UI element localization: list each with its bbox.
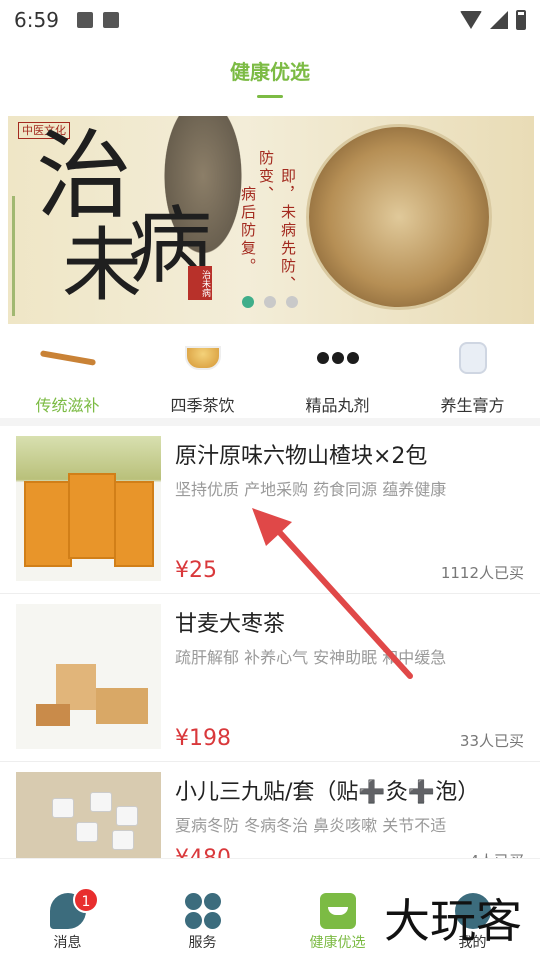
product-sold-count: 1112人已买 (440, 564, 524, 582)
app-notification-icon (102, 12, 119, 28)
product-subtitle: 坚持优质 产地采购 药食同源 蕴养健康 (175, 480, 447, 499)
signal-icon (490, 11, 508, 29)
product-subtitle: 夏病冬防 冬病冬治 鼻炎咳嗽 关节不适 (175, 816, 447, 835)
section-divider (0, 418, 540, 426)
product-subtitle: 疏肝解郁 补养心气 安神助眠 和中缓急 (175, 648, 447, 667)
gallery-icon (76, 12, 93, 28)
status-right (460, 10, 526, 30)
wifi-icon (460, 11, 482, 29)
carousel-dot[interactable] (242, 296, 254, 308)
shop-icon (319, 893, 356, 929)
banner-calligraphy-3: 未 (62, 219, 142, 312)
product-price: ¥198 (175, 726, 231, 751)
banner-poem-1: 防变、 (257, 150, 275, 204)
nav-label: 消息 (53, 935, 82, 951)
status-bar: 6:59 (0, 0, 540, 40)
title-underline (257, 95, 283, 98)
product-title: 小儿三九贴/套（贴➕灸➕泡） (175, 780, 480, 805)
product-image (16, 604, 161, 749)
nav-messages[interactable]: 消息 1 (0, 859, 135, 960)
unread-badge: 1 (73, 887, 99, 913)
product-title: 甘麦大枣茶 (175, 612, 286, 637)
tea-cup-icon (135, 338, 270, 378)
page-title: 健康优选 (230, 60, 310, 84)
product-card[interactable]: 甘麦大枣茶 疏肝解郁 补养心气 安神助眠 和中缓急 ¥198 33人已买 (0, 594, 540, 762)
category-nav: 传统滋补 四季茶饮 精品丸剂 养生膏方 (0, 338, 540, 416)
notification-icons (76, 12, 119, 28)
cordyceps-icon (0, 338, 135, 378)
category-label: 精品丸剂 (305, 396, 370, 415)
banner-poem-2: 病后防复。 (239, 186, 257, 276)
category-label: 传统滋补 (35, 396, 100, 415)
header: 健康优选 (0, 56, 540, 98)
nav-services[interactable]: 服务 (135, 859, 270, 960)
category-seasonal-tea[interactable]: 四季茶饮 (135, 338, 270, 416)
watermark-text: 大玩客 (384, 894, 522, 948)
status-time: 6:59 (14, 8, 59, 32)
product-price: ¥25 (175, 558, 217, 583)
carousel-dot[interactable] (286, 296, 298, 308)
banner-poem-3: 即，未病先防、 (279, 168, 297, 294)
pills-icon (270, 338, 405, 378)
product-sold-count: 33人已买 (459, 732, 524, 750)
banner-seal: 治未病 (188, 266, 212, 300)
product-image (16, 436, 161, 581)
product-title: 原汁原味六物山楂块×2包 (175, 444, 428, 469)
banner-carousel[interactable]: 中医文化 治 病 未 治未病 防变、 病后防复。 即，未病先防、 (8, 116, 534, 324)
category-label: 四季茶饮 (170, 396, 235, 415)
bottom-nav: 消息 1 服务 健康优选 我的 大玩客 (0, 858, 540, 960)
clover-icon (184, 893, 221, 929)
jar-icon (405, 338, 540, 378)
carousel-dot[interactable] (264, 296, 276, 308)
banner-calligraphy-1: 治 (36, 120, 132, 232)
category-paste[interactable]: 养生膏方 (405, 338, 540, 416)
nav-label: 服务 (188, 935, 217, 951)
category-pills[interactable]: 精品丸剂 (270, 338, 405, 416)
category-traditional-tonic[interactable]: 传统滋补 (0, 338, 135, 416)
product-card[interactable]: 原汁原味六物山楂块×2包 坚持优质 产地采购 药食同源 蕴养健康 ¥25 111… (0, 426, 540, 594)
carousel-dots (242, 296, 298, 308)
category-label: 养生膏方 (440, 396, 505, 415)
battery-icon (516, 10, 526, 30)
herb-image-circle (306, 124, 492, 310)
